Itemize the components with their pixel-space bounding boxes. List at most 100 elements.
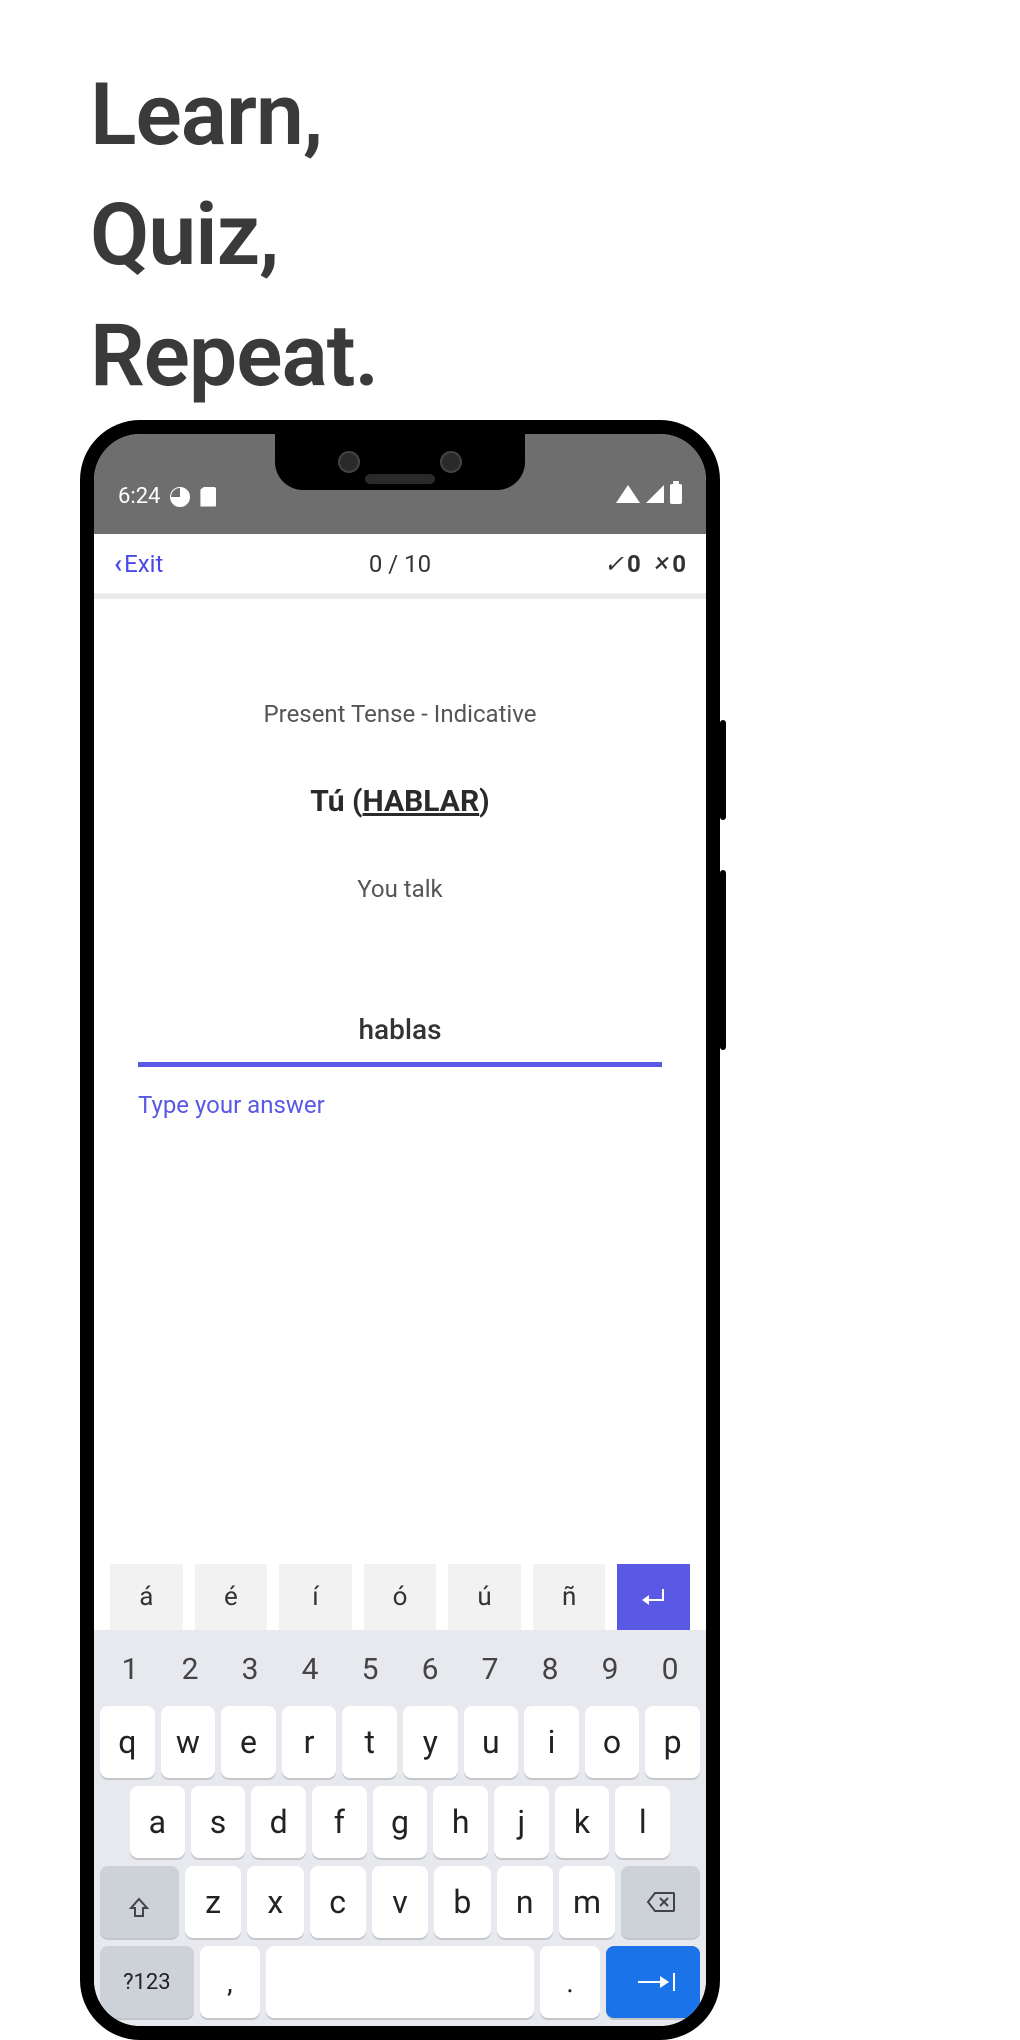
letter-key[interactable]: b (434, 1866, 490, 1938)
system-keyboard: 1 2 3 4 5 6 7 8 9 0 q w e r t y u i o (94, 1630, 706, 2026)
marketing-headline: Learn, Quiz, Repeat. (90, 55, 378, 416)
spacebar-key[interactable] (266, 1946, 534, 2018)
number-key[interactable]: 8 (520, 1652, 580, 1687)
letter-key[interactable]: h (433, 1786, 488, 1858)
accent-key-n[interactable]: ñ (533, 1564, 606, 1630)
accent-key-i[interactable]: í (279, 1564, 352, 1630)
tense-label: Present Tense - Indicative (94, 700, 706, 728)
number-key[interactable]: 5 (340, 1652, 400, 1687)
phone-screen: 6:24 ‹ Exit 0 / 10 0 0 Pr (94, 434, 706, 2026)
letter-key[interactable]: s (191, 1786, 246, 1858)
verb-text: HABLAR (363, 784, 480, 819)
letter-key[interactable]: u (464, 1706, 519, 1778)
accent-key-u[interactable]: ú (448, 1564, 521, 1630)
headline-line-3: Repeat. (90, 296, 378, 416)
letter-key[interactable]: d (251, 1786, 306, 1858)
letter-key[interactable]: z (185, 1866, 241, 1938)
keyboard-number-row: 1 2 3 4 5 6 7 8 9 0 (100, 1640, 700, 1698)
exit-button[interactable]: ‹ Exit (114, 549, 163, 579)
quiz-prompt: Tú (HABLAR) (94, 784, 706, 819)
go-key[interactable] (606, 1946, 700, 2018)
letter-key[interactable]: j (494, 1786, 549, 1858)
letter-key[interactable]: n (497, 1866, 553, 1938)
chevron-left-icon: ‹ (114, 549, 122, 579)
letter-key[interactable]: o (585, 1706, 640, 1778)
signal-icon (646, 485, 664, 503)
x-icon (655, 550, 670, 578)
letter-key[interactable]: y (403, 1706, 458, 1778)
status-bar: 6:24 (94, 434, 706, 534)
correct-score: 0 (604, 550, 641, 578)
app-header: ‹ Exit 0 / 10 0 0 (94, 534, 706, 594)
backspace-icon (646, 1883, 676, 1921)
check-icon (604, 550, 624, 578)
quiz-card: Present Tense - Indicative Tú (HABLAR) Y… (94, 600, 706, 1119)
letter-key[interactable]: p (645, 1706, 700, 1778)
submit-button[interactable] (617, 1564, 690, 1630)
shift-icon (127, 1890, 151, 1914)
number-key[interactable]: 1 (100, 1652, 160, 1687)
number-key[interactable]: 3 (220, 1652, 280, 1687)
keyboard-row: a s d f g h j k l (100, 1786, 700, 1858)
enter-icon (644, 1589, 664, 1605)
letter-key[interactable]: g (373, 1786, 428, 1858)
answer-field-wrap: hablas Type your answer (138, 1013, 662, 1119)
translation-text: You talk (94, 875, 706, 903)
quiz-progress: 0 / 10 (369, 550, 431, 578)
letter-key[interactable]: i (524, 1706, 579, 1778)
letter-key[interactable]: l (615, 1786, 670, 1858)
letter-key[interactable]: v (372, 1866, 428, 1938)
number-key[interactable]: 4 (280, 1652, 340, 1687)
front-camera-icon (338, 451, 360, 473)
backspace-key[interactable] (621, 1866, 700, 1938)
number-key[interactable]: 7 (460, 1652, 520, 1687)
battery-icon (670, 484, 682, 504)
front-camera-icon (440, 451, 462, 473)
accent-key-row: á é í ó ú ñ (94, 1564, 706, 1630)
keyboard-row: z x c v b n m (100, 1866, 700, 1938)
keyboard-bottom-row: ?123 , . (100, 1946, 700, 2018)
letter-key[interactable]: t (342, 1706, 397, 1778)
number-key[interactable]: 9 (580, 1652, 640, 1687)
letter-key[interactable]: w (161, 1706, 216, 1778)
shift-key[interactable] (100, 1866, 179, 1938)
number-key[interactable]: 6 (400, 1652, 460, 1687)
letter-key[interactable]: c (310, 1866, 366, 1938)
speaker-icon (365, 474, 435, 484)
pronoun-text: Tú (310, 784, 344, 819)
phone-side-button (720, 720, 726, 820)
phone-frame: 6:24 ‹ Exit 0 / 10 0 0 Pr (80, 420, 720, 2040)
wifi-icon (616, 485, 640, 503)
comma-key[interactable]: , (200, 1946, 260, 2018)
accent-key-o[interactable]: ó (364, 1564, 437, 1630)
headline-line-2: Quiz, (90, 175, 378, 295)
headline-line-1: Learn, (90, 55, 378, 175)
letter-key[interactable]: e (221, 1706, 276, 1778)
letter-key[interactable]: f (312, 1786, 367, 1858)
letter-key[interactable]: q (100, 1706, 155, 1778)
accent-key-a[interactable]: á (110, 1564, 183, 1630)
letter-key[interactable]: m (559, 1866, 615, 1938)
number-key[interactable]: 0 (640, 1652, 700, 1687)
period-key[interactable]: . (540, 1946, 600, 2018)
progress-bar (94, 594, 706, 599)
incorrect-score: 0 (655, 550, 686, 578)
letter-key[interactable]: a (130, 1786, 185, 1858)
answer-hint-label: Type your answer (138, 1091, 662, 1119)
keyboard-row: q w e r t y u i o p (100, 1706, 700, 1778)
number-key[interactable]: 2 (160, 1652, 220, 1687)
letter-key[interactable]: k (555, 1786, 610, 1858)
phone-side-button (720, 870, 726, 1050)
symbols-key[interactable]: ?123 (100, 1946, 194, 2018)
answer-input[interactable]: hablas (138, 1013, 662, 1067)
letter-key[interactable]: r (282, 1706, 337, 1778)
status-time: 6:24 (118, 484, 160, 509)
sd-card-icon (200, 487, 216, 507)
exit-label: Exit (124, 550, 163, 578)
phone-notch (275, 434, 525, 490)
letter-key[interactable]: x (247, 1866, 303, 1938)
score-display: 0 0 (604, 550, 686, 578)
notification-icon (170, 487, 190, 507)
arrow-right-icon (638, 1981, 668, 1983)
accent-key-e[interactable]: é (195, 1564, 268, 1630)
